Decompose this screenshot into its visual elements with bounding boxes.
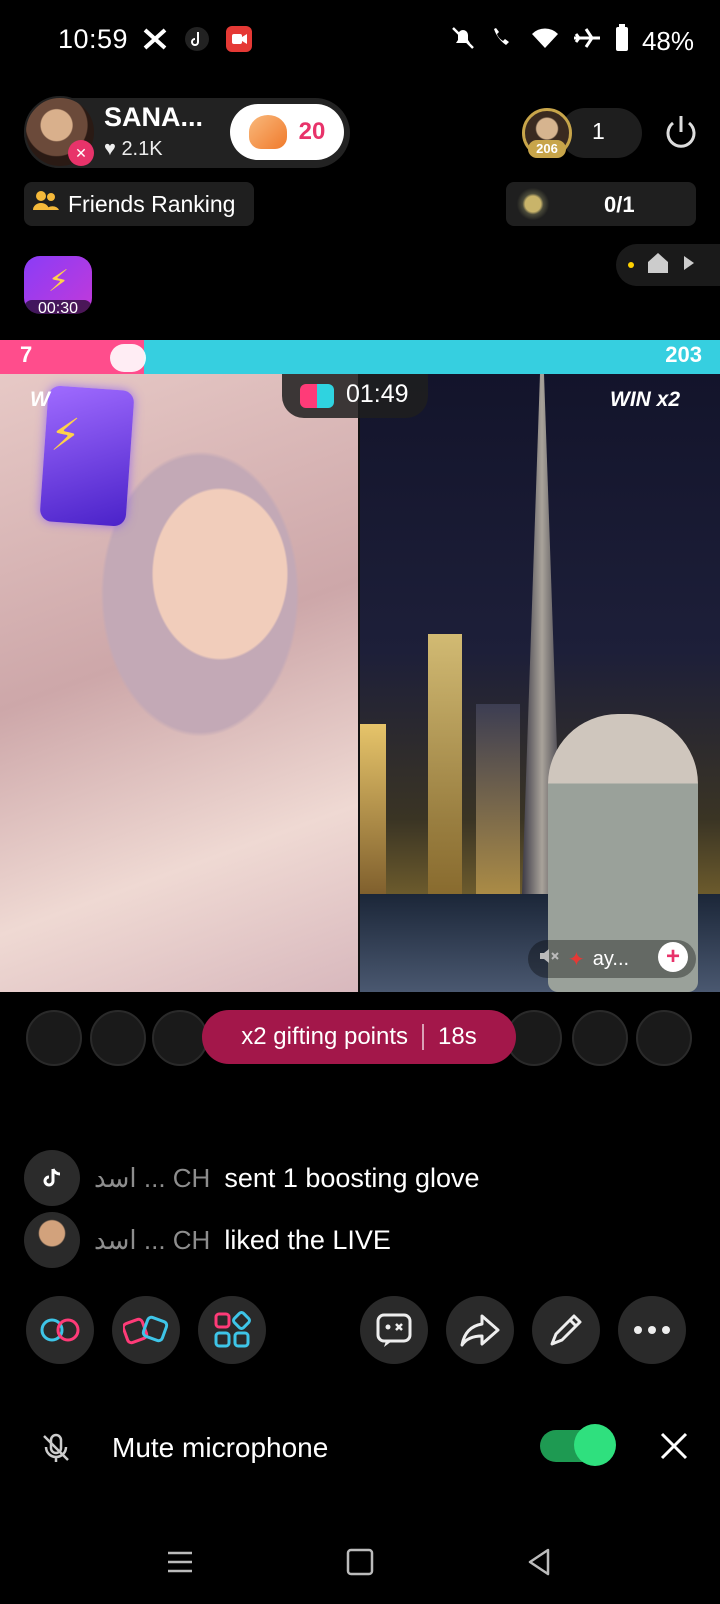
play-icon[interactable] (682, 254, 696, 277)
seat-slot[interactable] (152, 1010, 208, 1066)
comment-user[interactable]: اسد ... CH (94, 1163, 210, 1194)
indicator-dot (628, 262, 634, 268)
gifting-countdown: 18s (438, 1023, 477, 1050)
building-shape (476, 704, 520, 904)
follow-count: 20 (298, 118, 326, 145)
home-button-icon[interactable] (340, 1542, 380, 1582)
comment-text: sent 1 boosting glove (224, 1162, 480, 1193)
close-icon[interactable] (656, 1428, 692, 1464)
apps-icon[interactable] (198, 1296, 266, 1364)
battle-timer: 01:49 (346, 380, 409, 408)
edit-icon[interactable] (532, 1296, 600, 1364)
viewer-count: 1 (592, 118, 605, 144)
home-icon[interactable] (646, 251, 670, 280)
mic-off-icon (40, 1432, 72, 1464)
seat-slot[interactable] (90, 1010, 146, 1066)
airplane-icon (572, 25, 602, 58)
status-bar: 10:59 48% (0, 0, 720, 80)
link-icon[interactable] (26, 1296, 94, 1364)
battle-icon (300, 384, 334, 408)
building-shape (360, 724, 386, 904)
guest-video-pane[interactable] (360, 374, 720, 992)
comment-item: اسد ... CH liked the LIVE (24, 1212, 391, 1268)
comment-user[interactable]: اسد ... CH (94, 1225, 210, 1256)
tiktok-icon (24, 1150, 80, 1206)
bell-off-icon (450, 25, 476, 58)
mute-microphone-label: Mute microphone (112, 1432, 329, 1463)
win-badge-left: W (30, 388, 50, 411)
follow-button[interactable]: 20 (230, 104, 344, 160)
wifi-calling-icon (488, 25, 518, 58)
x-icon (140, 24, 170, 54)
bolt-icon: ⚡ (48, 265, 70, 298)
wifi-icon (530, 26, 560, 57)
battery-icon (614, 24, 630, 59)
emoji-icon[interactable] (360, 1296, 428, 1364)
pane-divider (358, 374, 360, 992)
comment-item: اسد ... CH sent 1 boosting glove (24, 1150, 480, 1206)
power-icon[interactable] (660, 112, 702, 154)
battery-percent: 48% (641, 26, 694, 56)
win-badge-right: WIN x2 (610, 388, 681, 411)
score-bar-knob (110, 344, 146, 372)
user-avatar[interactable] (24, 1212, 80, 1268)
building-shape (428, 634, 462, 904)
host-likes: ♥ 2.1K (104, 138, 163, 161)
seat-slot[interactable] (572, 1010, 628, 1066)
score-left: 7 (20, 342, 33, 367)
top-viewer-badge: 206 (528, 140, 566, 158)
back-icon[interactable] (520, 1542, 560, 1582)
seat-slot[interactable] (636, 1010, 692, 1066)
maple-leaf-icon: ✦ (568, 948, 585, 971)
ranking-progress: 0/1 (604, 192, 635, 217)
menu-icon[interactable] (160, 1542, 200, 1582)
heart-icon: ♥ (104, 138, 116, 160)
comment-text: liked the LIVE (224, 1224, 391, 1255)
battle-score-bar (0, 340, 720, 374)
glove-bolt-icon: ⚡ (50, 411, 81, 460)
seat-slot[interactable] (26, 1010, 82, 1066)
speaker-muted-icon (538, 946, 560, 972)
guest-name: ay... (592, 947, 630, 970)
orange-heart-icon (248, 115, 287, 149)
host-name[interactable]: SANA... (104, 102, 203, 133)
host-likes-value: 2.1K (121, 138, 163, 160)
match-icon[interactable] (112, 1296, 180, 1364)
add-guest-button[interactable]: + (658, 942, 688, 972)
boost-timer: 00:30 (24, 300, 92, 318)
mic-off-icon: ✕ (68, 140, 94, 166)
share-icon[interactable] (446, 1296, 514, 1364)
video-record-icon (224, 24, 254, 54)
ranking-chip-avatar (514, 186, 552, 222)
gifting-label: x2 gifting points (241, 1023, 409, 1050)
score-right: 203 (665, 342, 702, 367)
divider (422, 1024, 425, 1050)
gifting-points-banner[interactable]: x2 gifting points 18s (202, 1010, 516, 1064)
friends-ranking-button[interactable]: Friends Ranking (24, 182, 254, 226)
status-time: 10:59 (58, 24, 129, 54)
tiktok-icon (182, 24, 212, 54)
mute-toggle-knob[interactable] (574, 1424, 616, 1466)
more-icon[interactable] (618, 1296, 686, 1364)
friends-ranking-label: Friends Ranking (68, 190, 236, 217)
mini-controls[interactable] (616, 244, 720, 286)
people-icon (32, 190, 60, 218)
